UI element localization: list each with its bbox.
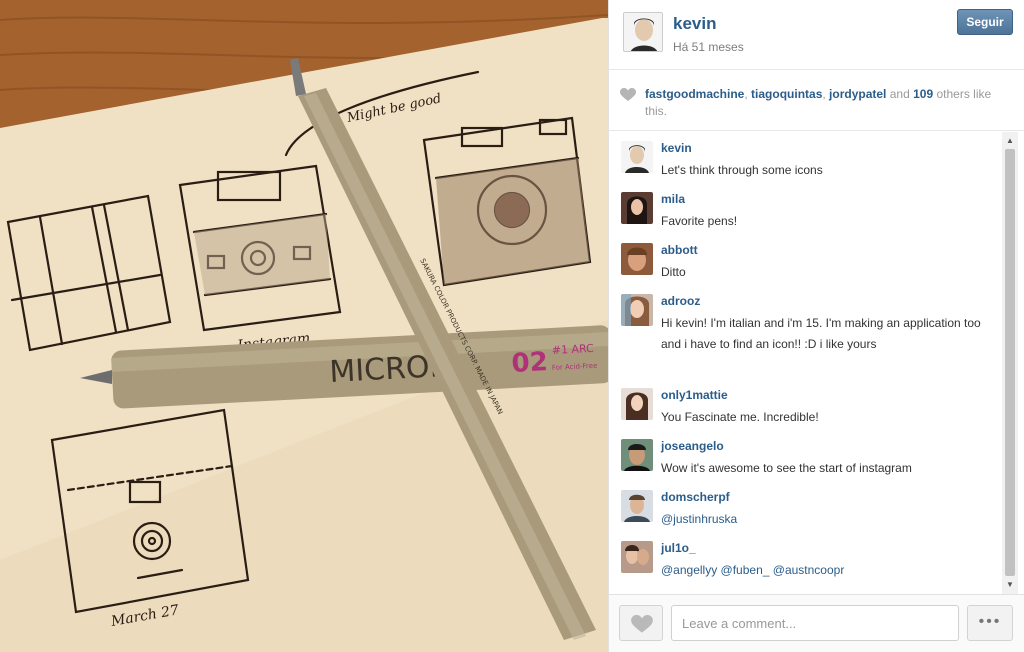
heart-icon <box>631 615 653 633</box>
comment-text: You Fascinate me. Incredible! <box>661 410 819 424</box>
mention-link[interactable]: @angellyy @fuben_ @austncoopr <box>661 563 844 577</box>
like-button[interactable] <box>619 605 663 641</box>
pen-tip: #1 ARC <box>551 342 594 357</box>
liker-link[interactable]: fastgoodmachine <box>645 87 744 101</box>
post-side-panel: kevin Há 51 meses Seguir fastgoodmachine… <box>608 0 1024 652</box>
comment-text: Hi kevin! I'm italian and i'm 15. I'm ma… <box>661 316 981 351</box>
scrollbar-thumb[interactable] <box>1005 149 1015 576</box>
avatar[interactable] <box>621 243 653 275</box>
scroll-down-icon[interactable]: ▼ <box>1002 578 1018 592</box>
avatar[interactable] <box>621 541 653 573</box>
comment-scrollbar[interactable]: ▲ ▼ <box>1002 132 1018 594</box>
ellipsis-icon[interactable]: ••• <box>967 605 1013 641</box>
comment-username[interactable]: jul1o_ <box>661 541 696 555</box>
post-header: kevin Há 51 meses Seguir <box>609 0 1024 70</box>
comment-list[interactable]: kevin Let's think through some icons mil… <box>609 132 1001 594</box>
comment-username[interactable]: only1mattie <box>661 388 728 402</box>
post-photo: Might be good Instagram March 27 MICRON … <box>0 0 608 652</box>
comment-text: Wow it's awesome to see the start of ins… <box>661 461 912 475</box>
comment-text: Let's think through some icons <box>661 163 823 177</box>
comment-input[interactable] <box>671 605 959 641</box>
comment-username[interactable]: abbott <box>661 243 698 257</box>
comment-text: @justinhruska <box>661 509 993 530</box>
owner-username[interactable]: kevin <box>673 14 716 34</box>
post-timestamp: Há 51 meses <box>673 40 744 54</box>
avatar[interactable] <box>621 141 653 173</box>
likes-summary: fastgoodmachine, tiagoquintas, jordypate… <box>609 71 1024 131</box>
comment-composer: ••• <box>609 594 1024 652</box>
pen-size: 02 <box>511 347 549 379</box>
likes-count[interactable]: 109 <box>913 87 933 101</box>
comment-text: Ditto <box>661 265 686 279</box>
avatar[interactable] <box>623 12 663 52</box>
liker-link[interactable]: tiagoquintas <box>751 87 822 101</box>
mention-link[interactable]: @justinhruska <box>661 512 737 526</box>
likes-and: and <box>886 87 914 101</box>
follow-button[interactable]: Seguir <box>957 9 1013 35</box>
avatar[interactable] <box>621 294 653 326</box>
liker-link[interactable]: jordypatel <box>829 87 886 101</box>
avatar[interactable] <box>621 439 653 471</box>
avatar[interactable] <box>621 388 653 420</box>
scroll-up-icon[interactable]: ▲ <box>1002 134 1018 148</box>
comment-username[interactable]: joseangelo <box>661 439 724 453</box>
comment-username[interactable]: mila <box>661 192 685 206</box>
comment-text: @angellyy @fuben_ @austncoopr <box>661 560 993 581</box>
comment-username[interactable]: domscherpf <box>661 490 730 504</box>
comment-username[interactable]: adrooz <box>661 294 700 308</box>
avatar[interactable] <box>621 192 653 224</box>
comment-username[interactable]: kevin <box>661 141 692 155</box>
heart-icon <box>620 88 636 101</box>
comment-text: Favorite pens! <box>661 214 738 228</box>
avatar[interactable] <box>621 490 653 522</box>
